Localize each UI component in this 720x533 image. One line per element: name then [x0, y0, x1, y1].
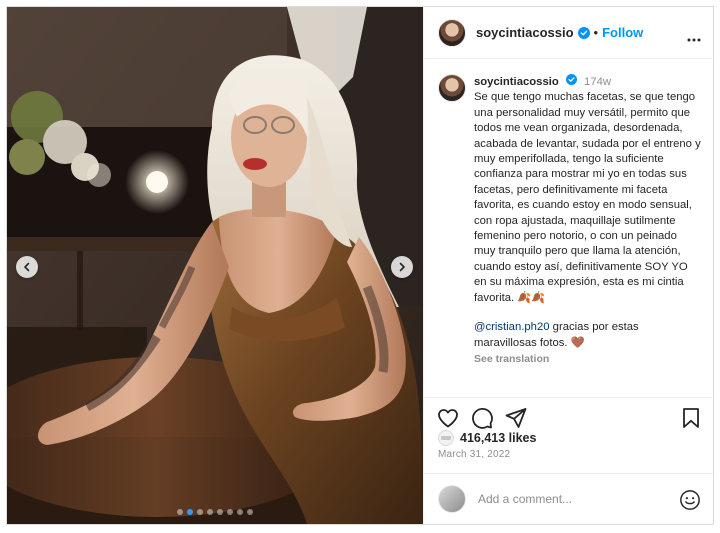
carousel-dot: [247, 509, 253, 515]
heart-icon[interactable]: [436, 406, 460, 430]
post-age[interactable]: 174w: [584, 76, 611, 88]
comment-icon[interactable]: [470, 406, 494, 430]
caption-row: soycintiacossio 174w Se que tengo muchas…: [438, 74, 701, 367]
carousel-indicator: [7, 509, 423, 515]
caption-text: Se que tengo muchas facetas, se que teng…: [474, 91, 704, 304]
bookmark-icon[interactable]: [679, 406, 703, 430]
caption-mention-line: @cristian.ph20 gracias por estas maravil…: [474, 320, 701, 351]
chevron-left-icon: [24, 262, 30, 272]
carousel-next-button[interactable]: [391, 256, 413, 278]
post-photo[interactable]: [7, 7, 423, 524]
comment-input[interactable]: [478, 492, 668, 506]
caption-section: soycintiacossio 174w Se que tengo muchas…: [424, 60, 713, 395]
viewer-avatar: [438, 485, 466, 513]
add-comment-bar: [424, 473, 713, 524]
post-date[interactable]: March 31, 2022: [438, 449, 510, 460]
carousel-dot: [237, 509, 243, 515]
post-image: [7, 7, 423, 524]
chevron-right-icon: [399, 262, 405, 272]
header-separator: •: [593, 25, 599, 40]
carousel-dot: [177, 509, 183, 515]
caption-body: soycintiacossio 174w Se que tengo muchas…: [474, 74, 701, 367]
instagram-post-modal: soycintiacossio • Follow soycintiacossio…: [6, 6, 714, 525]
likes-count[interactable]: 416,413 likes: [460, 431, 536, 445]
author-username[interactable]: soycintiacossio: [476, 25, 574, 40]
more-options-icon[interactable]: [687, 29, 701, 47]
author-avatar[interactable]: [438, 18, 466, 47]
verified-badge-icon: [577, 26, 590, 39]
liker-avatar[interactable]: [438, 430, 454, 446]
emoji-icon[interactable]: [679, 489, 701, 516]
carousel-dot: [187, 509, 193, 515]
mention-link[interactable]: @cristian.ph20: [474, 321, 550, 333]
post-header: soycintiacossio • Follow: [424, 7, 713, 59]
carousel-dot: [217, 509, 223, 515]
carousel-dot: [197, 509, 203, 515]
carousel-prev-button[interactable]: [16, 256, 38, 278]
see-translation-button[interactable]: See translation: [474, 352, 701, 367]
share-icon[interactable]: [504, 406, 528, 430]
carousel-dot: [207, 509, 213, 515]
post-side-panel: soycintiacossio • Follow soycintiacossio…: [423, 7, 713, 524]
follow-button[interactable]: Follow: [602, 25, 643, 40]
caption-author-avatar[interactable]: [438, 74, 466, 102]
post-actions: [424, 397, 713, 430]
carousel-dot: [227, 509, 233, 515]
verified-badge-icon: [565, 74, 577, 85]
likes-row: 416,413 likes: [438, 430, 536, 446]
caption-username[interactable]: soycintiacossio: [474, 76, 559, 88]
